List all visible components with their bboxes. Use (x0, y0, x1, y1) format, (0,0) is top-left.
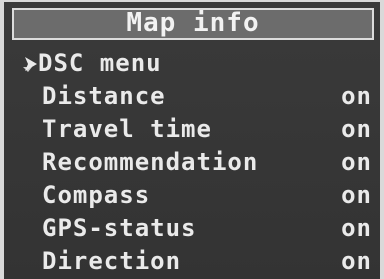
menu-item-label: Travel time (42, 114, 212, 143)
menu-item-label: Compass (42, 180, 151, 209)
menu-item-label: Distance (42, 81, 166, 110)
menu-item-gps-status[interactable]: GPS-status on (4, 211, 380, 244)
menu-item-value: on (341, 114, 372, 143)
panel-title: Map info (126, 8, 260, 38)
menu-item-label: GPS-status (42, 213, 197, 242)
menu-item-travel-time[interactable]: Travel time on (4, 112, 380, 145)
menu-item-value: on (341, 246, 372, 275)
menu-item-value: on (341, 147, 372, 176)
menu-item-value: on (341, 213, 372, 242)
map-info-panel: Map info DSC menu Distance on Travel tim… (0, 0, 384, 279)
menu-item-label: Direction (42, 246, 182, 275)
menu-item-dsc-menu[interactable]: DSC menu (4, 46, 380, 79)
menu-item-recommendation[interactable]: Recommendation on (4, 145, 380, 178)
menu-item-label: Recommendation (42, 147, 259, 176)
menu-list: DSC menu Distance on Travel time on Reco… (4, 46, 380, 277)
menu-item-direction[interactable]: Direction on (4, 244, 380, 277)
title-bar: Map info (12, 8, 374, 40)
menu-item-label: DSC menu (38, 48, 162, 77)
menu-item-compass[interactable]: Compass on (4, 178, 380, 211)
menu-item-distance[interactable]: Distance on (4, 79, 380, 112)
menu-item-value: on (341, 180, 372, 209)
menu-item-value: on (341, 81, 372, 110)
